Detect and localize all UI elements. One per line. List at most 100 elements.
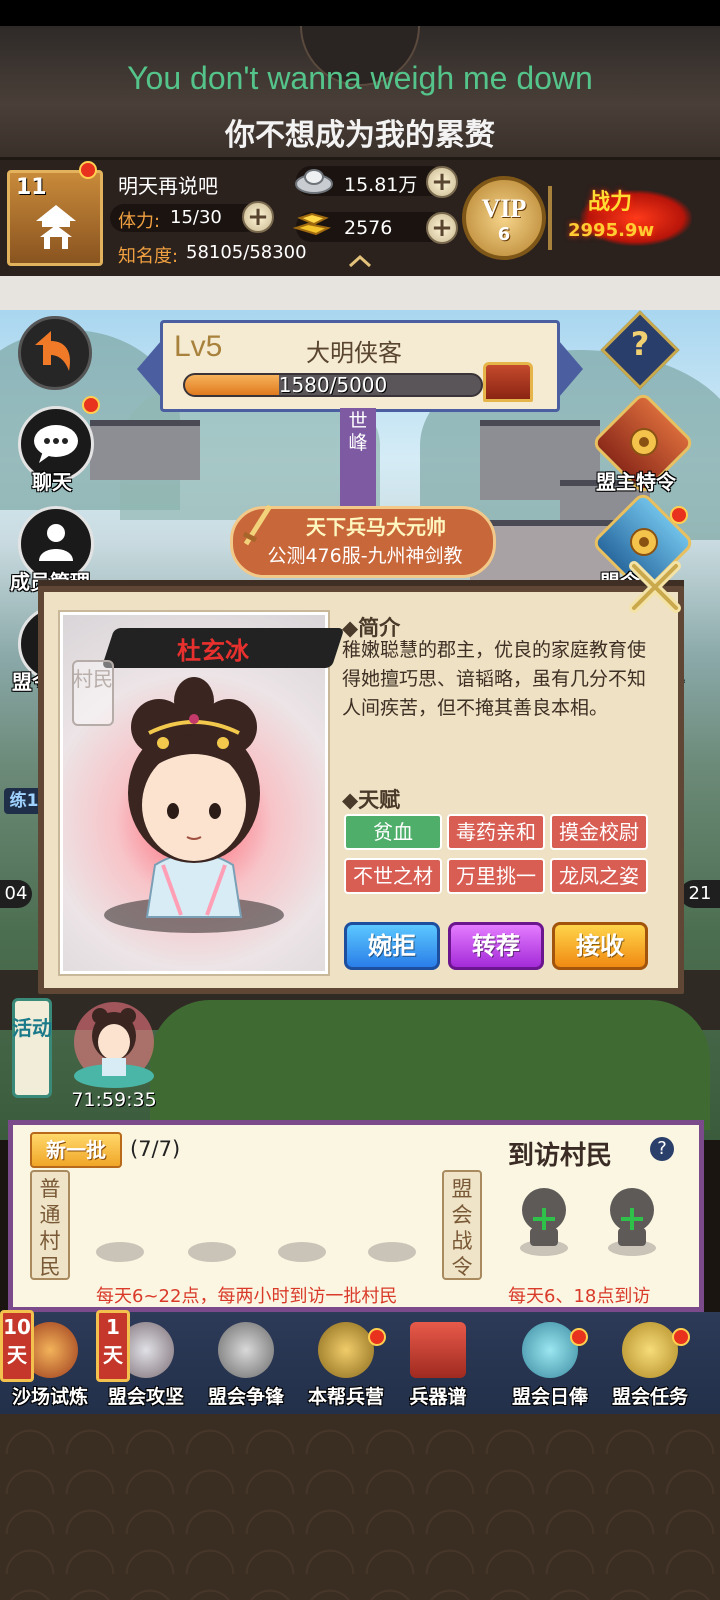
day-badge: 1天 (96, 1310, 130, 1382)
talent-heading: ◆天赋 (342, 788, 401, 812)
chat-label: 聊天 (32, 470, 72, 494)
visiting-villagers-title: 到访村民 (508, 1141, 613, 1171)
nav-weapon-list[interactable]: 兵器谱 (388, 1312, 488, 1412)
salary-notification-dot (570, 1328, 588, 1346)
war-visit-note: 每天6、18点到访 (508, 1286, 651, 1307)
batch-count: (7/7) (130, 1137, 181, 1161)
new-batch-button[interactable]: 新一批 (30, 1132, 122, 1168)
nav-label: 沙场试炼 (11, 1386, 88, 1408)
question-icon: ? (630, 325, 650, 363)
player-name: 明天再说吧 (118, 174, 218, 198)
talent-chip[interactable]: 万里挑一 (447, 858, 545, 894)
activity-label: 活动 (12, 1016, 52, 1040)
villager-slot[interactable] (96, 1242, 144, 1262)
scroll-icon (622, 1322, 678, 1378)
helmet-icon (318, 1322, 374, 1378)
right-counter: 21 (680, 880, 720, 908)
fame-value: 58105/58300 (186, 242, 307, 263)
nav-label: 兵器谱 (409, 1386, 467, 1408)
alliance-level: Lv5 (174, 330, 223, 363)
nav-daily-salary[interactable]: 盟会日俸 (500, 1312, 600, 1412)
nav-label: 盟会日俸 (511, 1386, 588, 1408)
nav-label: 盟会攻坚 (107, 1386, 184, 1408)
vip-badge[interactable]: VIP 6 (462, 176, 546, 260)
footer-pattern (0, 1414, 720, 1600)
talent-chip[interactable]: 龙凤之姿 (550, 858, 648, 894)
player-level: 11 (16, 175, 47, 200)
power-label: 战力 (588, 190, 633, 215)
close-icon[interactable] (620, 552, 690, 622)
accept-button[interactable]: 接收 (552, 922, 648, 970)
add-gold-button[interactable]: + (426, 212, 458, 244)
alliance-title: 大明侠客 (306, 339, 402, 367)
add-stamina-button[interactable]: + (242, 201, 274, 233)
stamina-label: 体力: (118, 211, 161, 232)
honor-title: 天下兵马大元帅 (306, 515, 446, 539)
stamina-value: 15/30 (170, 207, 222, 228)
back-button[interactable] (18, 316, 92, 390)
add-villager-icon[interactable] (604, 1184, 660, 1256)
add-silver-button[interactable]: + (426, 166, 458, 198)
avatar-notification-dot (79, 161, 97, 179)
item-notification-dot (670, 506, 688, 524)
war-order-tag: 盟会战令 (442, 1170, 482, 1280)
silver-ingot-icon (295, 169, 333, 194)
nav-alliance-tasks[interactable]: 盟会任务 (600, 1312, 700, 1412)
talent-chip[interactable]: 不世之材 (344, 858, 442, 894)
talent-chip[interactable]: 毒药亲和 (447, 814, 545, 850)
nav-label: 盟会任务 (611, 1386, 688, 1408)
talent-chip[interactable]: 贫血 (344, 814, 442, 850)
vip-level: 6 (497, 224, 511, 245)
chevron-up-icon[interactable] (348, 254, 372, 268)
nav-alliance-contest[interactable]: 盟会争锋 (196, 1312, 296, 1412)
tasks-notification-dot (672, 1328, 690, 1346)
activity-tab[interactable] (12, 998, 52, 1098)
gold-bars-icon (292, 212, 332, 236)
status-bar (0, 0, 720, 26)
pavilion-icon (36, 205, 76, 249)
activity-timer: 71:59:35 (71, 1089, 157, 1111)
power-value: 2995.9w (568, 220, 655, 241)
villager-slot[interactable] (368, 1242, 416, 1262)
separator (0, 276, 720, 310)
talent-chip[interactable]: 摸金校尉 (550, 814, 648, 850)
visitor-character-icon[interactable] (62, 996, 162, 1096)
vip-label: VIP (481, 194, 527, 223)
nav-barracks[interactable]: 本帮兵营 (296, 1312, 396, 1412)
gold-value: 2576 (344, 217, 393, 239)
alliance-xp-text: 1580/5000 (278, 373, 388, 397)
villager-slot[interactable] (278, 1242, 326, 1262)
weapon-book-icon (410, 1322, 466, 1378)
pillar-text: 世峰 (348, 410, 368, 454)
treasure-chest-icon[interactable] (483, 362, 533, 402)
seal-icon (630, 428, 658, 456)
villager-help-button[interactable]: ? (650, 1137, 674, 1161)
chat-notification-dot (82, 396, 100, 414)
nav-label: 盟会争锋 (207, 1386, 284, 1408)
nav-label: 本帮兵营 (307, 1386, 384, 1408)
player-avatar[interactable]: 11 (7, 170, 103, 266)
money-tree-icon (522, 1322, 578, 1378)
leader-order-label: 盟主特令 (596, 470, 676, 494)
lyric-english: You don't wanna weigh me down (127, 60, 593, 96)
normal-villager-tag: 普通村民 (30, 1170, 70, 1280)
character-name: 杜玄冰 (177, 637, 249, 665)
silver-value: 15.81万 (344, 174, 418, 196)
villager-slot[interactable] (188, 1242, 236, 1262)
refer-button[interactable]: 转荐 (448, 922, 544, 970)
intro-text: 稚嫩聪慧的郡主，优良的家庭教育使得她擅巧思、谙韬略，虽有几分不知人间疾苦，但不掩… (342, 639, 647, 719)
fame-label: 知名度: (118, 246, 179, 267)
barracks-notification-dot (368, 1328, 386, 1346)
day-badge: 10天 (0, 1310, 34, 1382)
normal-visit-note: 每天6~22点，每两小时到访一批村民 (96, 1286, 398, 1307)
combat-power[interactable]: 战力 2995.9w (560, 184, 710, 254)
return-arrow-icon (35, 331, 71, 371)
contest-icon (218, 1322, 274, 1378)
add-villager-icon[interactable] (516, 1184, 572, 1256)
reject-button[interactable]: 婉拒 (344, 922, 440, 970)
lyric-chinese: 你不想成为我的累赘 (225, 118, 495, 153)
divider (548, 186, 552, 250)
honor-server: 公测476服-九州神剑教 (267, 545, 463, 567)
left-counter: 04 (0, 880, 32, 908)
role-tag-text: 村民 (73, 667, 113, 691)
